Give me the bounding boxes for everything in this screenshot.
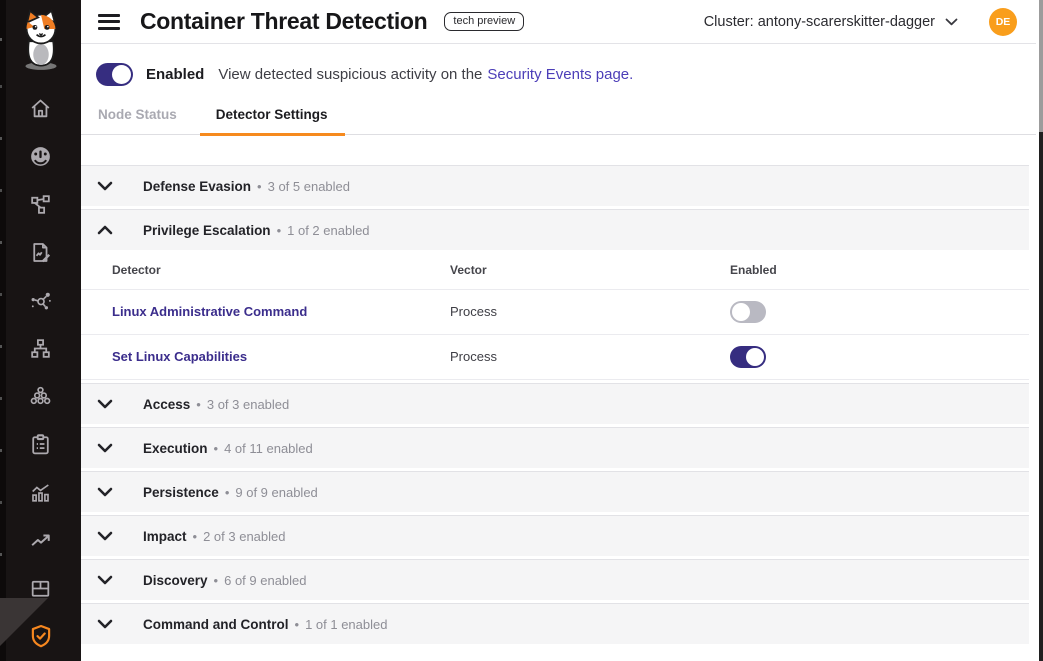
detection-status-row: Enabled View detected suspicious activit…: [81, 61, 1036, 87]
column-header-detector: Detector: [81, 263, 450, 277]
cluster-selector[interactable]: Cluster: antony-scarerskitter-dagger: [704, 14, 958, 30]
sidebar-item-notebooks[interactable]: [0, 228, 81, 276]
chevron-up-icon: [97, 225, 113, 235]
chevron-down-icon: [97, 487, 113, 497]
package-icon: [28, 576, 53, 601]
service-map-icon: [28, 288, 53, 313]
table-row: Set Linux Capabilities Process: [81, 335, 1029, 380]
chevron-down-icon: [945, 18, 958, 26]
page-title: Container Threat Detection: [140, 8, 427, 35]
detector-settings-panel: Defense Evasion • 3 of 5 enabled Privile…: [81, 165, 1036, 644]
sidebar-item-infrastructure[interactable]: [0, 324, 81, 372]
enabled-label: Enabled: [146, 66, 204, 83]
category-row-command-and-control[interactable]: Command and Control • 1 of 1 enabled: [81, 603, 1029, 644]
sidebar: [0, 0, 81, 661]
column-header-enabled: Enabled: [730, 263, 1029, 277]
main-area: Container Threat Detection tech preview …: [81, 0, 1036, 661]
bullet-separator: •: [214, 441, 219, 456]
scrollbar[interactable]: [1039, 0, 1043, 661]
tab-node-status[interactable]: Node Status: [98, 107, 177, 134]
top-bar: Container Threat Detection tech preview …: [81, 0, 1036, 44]
sidebar-item-service-map[interactable]: [0, 276, 81, 324]
category-name: Persistence: [143, 485, 219, 500]
category-row-execution[interactable]: Execution • 4 of 11 enabled: [81, 427, 1029, 468]
category-summary: 6 of 9 enabled: [224, 573, 306, 588]
sidebar-item-trends[interactable]: [0, 516, 81, 564]
home-icon: [28, 96, 53, 121]
bullet-separator: •: [193, 529, 198, 544]
tab-bar: Node Status Detector Settings: [81, 100, 1036, 135]
detector-link-linux-administrative-command[interactable]: Linux Administrative Command: [112, 304, 307, 319]
sidebar-item-dashboards[interactable]: [0, 132, 81, 180]
analytics-icon: [28, 480, 53, 505]
bullet-separator: •: [257, 179, 262, 194]
sidebar-item-network-map[interactable]: [0, 180, 81, 228]
sidebar-item-home[interactable]: [0, 84, 81, 132]
category-row-access[interactable]: Access • 3 of 3 enabled: [81, 383, 1029, 424]
detector-table-header: Detector Vector Enabled: [81, 250, 1029, 290]
menu-icon[interactable]: [98, 14, 120, 30]
network-map-icon: [28, 192, 53, 217]
category-row-privilege-escalation[interactable]: Privilege Escalation • 1 of 2 enabled: [81, 209, 1029, 250]
sidebar-nav: [0, 84, 81, 660]
category-name: Defense Evasion: [143, 179, 251, 194]
status-description: View detected suspicious activity on the: [218, 66, 482, 83]
bullet-separator: •: [295, 617, 300, 632]
detector-toggle[interactable]: [730, 301, 766, 323]
sidebar-item-cluster[interactable]: [0, 372, 81, 420]
chevron-down-icon: [97, 531, 113, 541]
category-summary: 4 of 11 enabled: [224, 441, 313, 456]
tab-detector-settings[interactable]: Detector Settings: [200, 107, 345, 136]
sidebar-item-analytics[interactable]: [0, 468, 81, 516]
infrastructure-icon: [28, 336, 53, 361]
category-row-impact[interactable]: Impact • 2 of 3 enabled: [81, 515, 1029, 556]
category-name: Command and Control: [143, 617, 289, 632]
detector-toggle[interactable]: [730, 346, 766, 368]
category-summary: 3 of 3 enabled: [207, 397, 289, 412]
trend-icon: [28, 528, 53, 553]
chevron-down-icon: [97, 575, 113, 585]
cat-mascot-icon: [14, 8, 68, 70]
user-avatar[interactable]: DE: [989, 8, 1017, 36]
table-row: Linux Administrative Command Process: [81, 290, 1029, 335]
category-row-discovery[interactable]: Discovery • 6 of 9 enabled: [81, 559, 1029, 600]
category-name: Impact: [143, 529, 187, 544]
bullet-separator: •: [214, 573, 219, 588]
category-name: Discovery: [143, 573, 208, 588]
tech-preview-badge: tech preview: [444, 12, 524, 31]
app-logo[interactable]: [0, 8, 81, 74]
cluster-icon: [28, 384, 53, 409]
category-summary: 2 of 3 enabled: [203, 529, 285, 544]
sidebar-item-checklist[interactable]: [0, 420, 81, 468]
bullet-separator: •: [225, 485, 230, 500]
category-summary: 1 of 2 enabled: [287, 223, 369, 238]
category-name: Execution: [143, 441, 208, 456]
category-name: Access: [143, 397, 190, 412]
bullet-separator: •: [277, 223, 282, 238]
category-summary: 9 of 9 enabled: [235, 485, 317, 500]
chevron-down-icon: [97, 619, 113, 629]
bullet-separator: •: [196, 397, 201, 412]
app-window: Container Threat Detection tech preview …: [0, 0, 1043, 661]
category-row-persistence[interactable]: Persistence • 9 of 9 enabled: [81, 471, 1029, 512]
detection-enabled-toggle[interactable]: [96, 63, 133, 86]
category-summary: 1 of 1 enabled: [305, 617, 387, 632]
chevron-down-icon: [97, 181, 113, 191]
detector-vector: Process: [450, 349, 497, 364]
notebook-icon: [28, 240, 53, 265]
detector-table: Detector Vector Enabled Linux Administra…: [81, 250, 1029, 380]
column-header-vector: Vector: [450, 263, 730, 277]
security-events-link[interactable]: Security Events page.: [487, 66, 633, 83]
sidebar-corner-fold: [0, 598, 48, 646]
dashboard-gauge-icon: [28, 144, 53, 169]
detector-vector: Process: [450, 304, 497, 319]
chevron-down-icon: [97, 399, 113, 409]
chevron-down-icon: [97, 443, 113, 453]
category-summary: 3 of 5 enabled: [268, 179, 350, 194]
checklist-icon: [28, 432, 53, 457]
cluster-label: Cluster: antony-scarerskitter-dagger: [704, 14, 935, 30]
category-name: Privilege Escalation: [143, 223, 271, 238]
category-row-defense-evasion[interactable]: Defense Evasion • 3 of 5 enabled: [81, 165, 1029, 206]
detector-link-set-linux-capabilities[interactable]: Set Linux Capabilities: [112, 349, 247, 364]
